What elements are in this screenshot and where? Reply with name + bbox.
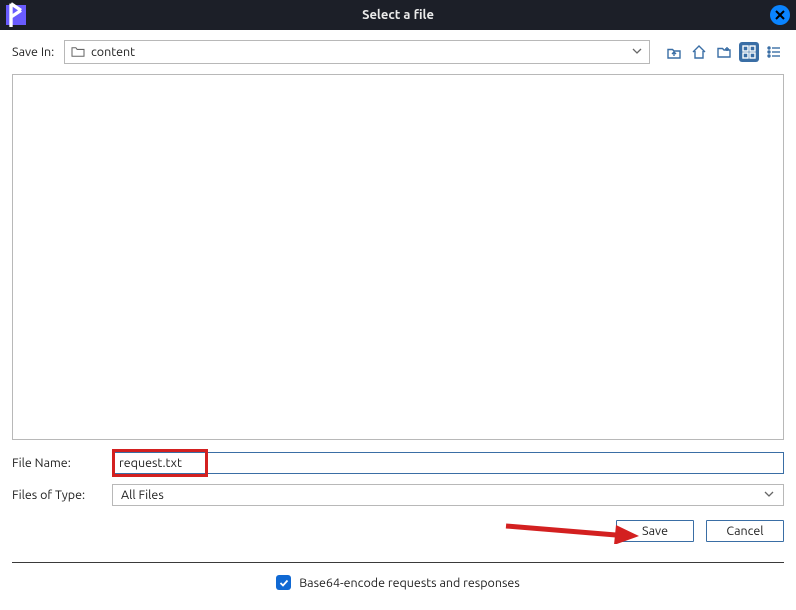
new-folder-button[interactable]: [714, 42, 734, 62]
file-name-label: File Name:: [12, 456, 112, 470]
divider: [12, 562, 784, 563]
base64-encode-checkbox[interactable]: [276, 575, 291, 590]
list-view-button[interactable]: [764, 42, 784, 62]
cancel-button[interactable]: Cancel: [706, 520, 784, 542]
save-button[interactable]: Save: [616, 520, 694, 542]
save-in-selector[interactable]: content: [64, 40, 650, 64]
home-button[interactable]: [689, 42, 709, 62]
file-name-input[interactable]: [112, 452, 784, 474]
file-listing-area[interactable]: [12, 74, 784, 440]
grid-view-button[interactable]: [739, 42, 759, 62]
up-folder-button[interactable]: [664, 42, 684, 62]
close-button[interactable]: [770, 5, 790, 25]
app-icon: [6, 5, 26, 25]
folder-icon: [71, 46, 85, 58]
files-of-type-selector[interactable]: All Files: [112, 484, 784, 506]
chevron-down-icon: [763, 488, 775, 503]
save-in-path: content: [91, 45, 625, 59]
files-of-type-value: All Files: [121, 488, 763, 502]
save-in-label: Save In:: [12, 45, 56, 59]
titlebar: Select a file: [0, 0, 796, 30]
files-of-type-label: Files of Type:: [12, 488, 112, 502]
window-title: Select a file: [0, 8, 796, 22]
chevron-down-icon: [631, 43, 643, 61]
base64-encode-label: Base64-encode requests and responses: [299, 576, 520, 590]
